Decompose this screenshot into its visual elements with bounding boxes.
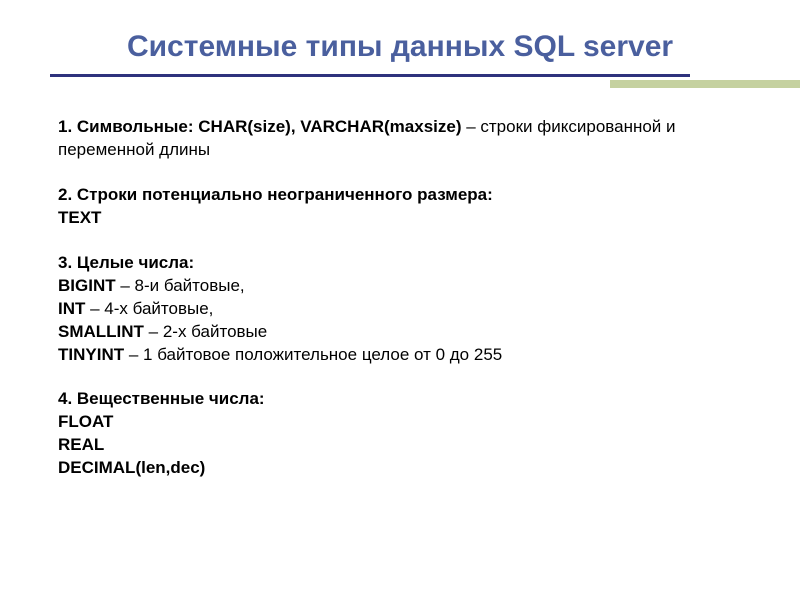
- divider: [50, 74, 750, 98]
- content: 1. Символьные: CHAR(size), VARCHAR(maxsi…: [0, 106, 800, 480]
- divider-light: [610, 80, 800, 88]
- section-3-line4: TINYINT – 1 байтовое положительное целое…: [58, 344, 742, 367]
- section-4-line1: FLOAT: [58, 411, 742, 434]
- slide: Системные типы данных SQL server 1. Симв…: [0, 0, 800, 600]
- section-4-header: 4. Вещественные числа:: [58, 388, 742, 411]
- slide-title: Системные типы данных SQL server: [50, 30, 750, 64]
- section-3: 3. Целые числа: BIGINT – 8-и байтовые, I…: [58, 252, 742, 367]
- section-2-line2: TEXT: [58, 207, 742, 230]
- divider-dark: [50, 74, 690, 77]
- section-2: 2. Строки потенциально неограниченного р…: [58, 184, 742, 230]
- section-3-line1: BIGINT – 8-и байтовые,: [58, 275, 742, 298]
- section-3-header: 3. Целые числа:: [58, 252, 742, 275]
- section-3-line3: SMALLINT – 2-х байтовые: [58, 321, 742, 344]
- title-area: Системные типы данных SQL server: [0, 0, 800, 106]
- section-4-line2: REAL: [58, 434, 742, 457]
- section-4: 4. Вещественные числа: FLOAT REAL DECIMA…: [58, 388, 742, 480]
- section-4-line3: DECIMAL(len,dec): [58, 457, 742, 480]
- section-2-line1: 2. Строки потенциально неограниченного р…: [58, 184, 742, 207]
- section-1: 1. Символьные: CHAR(size), VARCHAR(maxsi…: [58, 116, 742, 162]
- section-3-line2: INT – 4-х байтовые,: [58, 298, 742, 321]
- section-1-lead-bold: 1. Символьные: CHAR(size), VARCHAR(maxsi…: [58, 117, 462, 136]
